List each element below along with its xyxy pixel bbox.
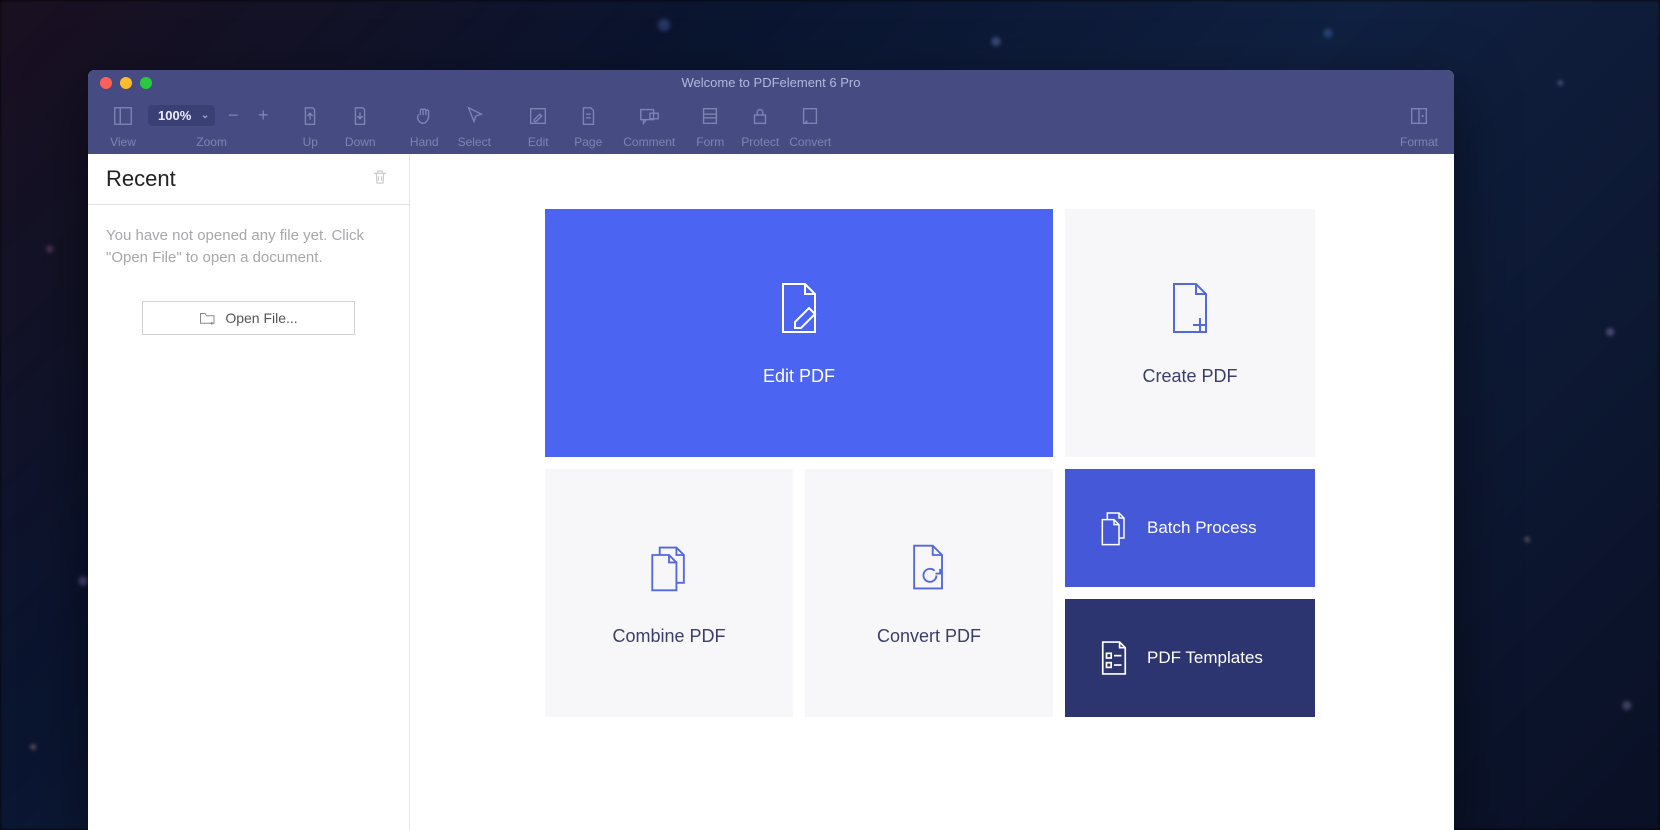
zoom-out-button[interactable]: − (221, 105, 245, 126)
toolbar-format[interactable]: Format (1394, 101, 1444, 149)
tile-combine-pdf[interactable]: Combine PDF (545, 469, 793, 717)
toolbar-edit[interactable]: Edit (513, 101, 563, 149)
toolbar-view-label: View (110, 135, 136, 149)
convert-pdf-icon (903, 540, 955, 596)
window-title: Welcome to PDFelement 6 Pro (88, 75, 1454, 90)
toolbar-zoom[interactable]: 100% ⌄ − + Zoom (148, 101, 275, 149)
view-icon (112, 101, 134, 131)
page-icon (577, 101, 599, 131)
tile-convert-pdf[interactable]: Convert PDF (805, 469, 1053, 717)
toolbar-comment[interactable]: Comment (613, 101, 685, 149)
toolbar-form[interactable]: Form (685, 101, 735, 149)
recent-empty-message: You have not opened any file yet. Click … (88, 205, 409, 277)
window-maximize-button[interactable] (140, 77, 152, 89)
format-icon (1408, 101, 1430, 131)
main-panel: Edit PDF Create PDF Combine PDF (410, 154, 1454, 830)
pdf-templates-icon (1099, 640, 1129, 676)
cursor-icon (463, 101, 485, 131)
edit-pdf-icon (773, 280, 825, 336)
zoom-value: 100% (158, 108, 191, 123)
window-close-button[interactable] (100, 77, 112, 89)
toolbar-select[interactable]: Select (449, 101, 499, 149)
hand-icon (413, 101, 435, 131)
toolbar: View 100% ⌄ − + Zoom Up Down (88, 95, 1454, 154)
folder-plus-icon (199, 310, 217, 326)
toolbar-up[interactable]: Up (285, 101, 335, 149)
tile-create-pdf[interactable]: Create PDF (1065, 209, 1315, 457)
tile-create-label: Create PDF (1142, 366, 1237, 387)
open-file-label: Open File... (225, 310, 297, 326)
content-area: Recent You have not opened any file yet.… (88, 154, 1454, 830)
zoom-select[interactable]: 100% ⌄ (148, 105, 215, 126)
tile-batch-label: Batch Process (1147, 518, 1257, 538)
chevron-down-icon: ⌄ (201, 110, 209, 121)
arrow-up-icon (299, 101, 321, 131)
sidebar-title: Recent (106, 166, 371, 192)
tile-templates-label: PDF Templates (1147, 648, 1263, 668)
open-file-button[interactable]: Open File... (142, 301, 355, 335)
batch-process-icon (1099, 510, 1129, 546)
edit-icon (527, 101, 549, 131)
toolbar-down[interactable]: Down (335, 101, 385, 149)
arrow-down-icon (349, 101, 371, 131)
toolbar-zoom-label: Zoom (196, 135, 227, 149)
tile-edit-pdf[interactable]: Edit PDF (545, 209, 1053, 457)
combine-pdf-icon (643, 540, 695, 596)
tile-pdf-templates[interactable]: PDF Templates (1065, 599, 1315, 717)
window-minimize-button[interactable] (120, 77, 132, 89)
comment-icon (635, 101, 663, 131)
zoom-in-button[interactable]: + (251, 105, 275, 126)
window-controls (88, 77, 152, 89)
clear-recent-button[interactable] (371, 167, 389, 192)
titlebar: Welcome to PDFelement 6 Pro (88, 70, 1454, 95)
toolbar-hand[interactable]: Hand (399, 101, 449, 149)
toolbar-protect[interactable]: Protect (735, 101, 785, 149)
create-pdf-icon (1164, 280, 1216, 336)
tile-combine-label: Combine PDF (612, 626, 725, 647)
toolbar-page[interactable]: Page (563, 101, 613, 149)
app-window: Welcome to PDFelement 6 Pro View 100% ⌄ … (88, 70, 1454, 830)
tile-convert-label: Convert PDF (877, 626, 981, 647)
tile-edit-label: Edit PDF (763, 366, 835, 387)
lock-icon (749, 101, 771, 131)
toolbar-view[interactable]: View (98, 101, 148, 149)
toolbar-convert[interactable]: Convert (785, 101, 835, 149)
sidebar-recent: Recent You have not opened any file yet.… (88, 154, 410, 830)
convert-icon (799, 101, 821, 131)
tile-batch-process[interactable]: Batch Process (1065, 469, 1315, 587)
form-icon (699, 101, 721, 131)
